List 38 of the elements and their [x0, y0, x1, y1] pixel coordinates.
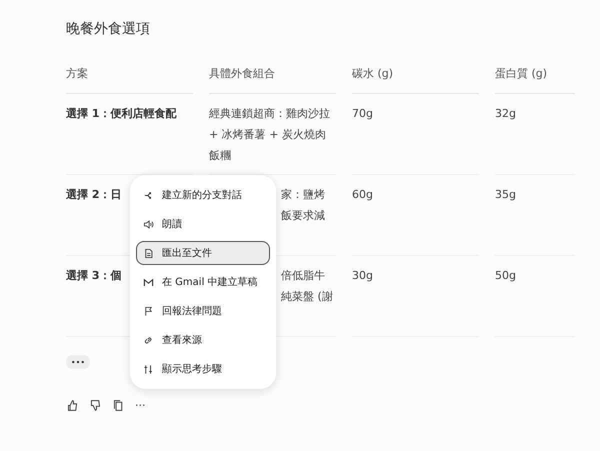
column-header: 碳水 (g): [352, 54, 479, 94]
table-cell-text: 選擇 1：便利店輕食配: [66, 106, 176, 122]
mail-icon: [143, 276, 154, 288]
table-cell-text: 50g: [495, 268, 516, 284]
table-cell-text: 選擇 3：個: [66, 268, 122, 284]
table-cell-text: 30g: [352, 268, 373, 284]
table-cell-text: 32g: [495, 106, 516, 122]
table-cell-text: 60g: [352, 187, 373, 203]
steps-icon: [143, 364, 154, 374]
more-chip[interactable]: •••: [66, 355, 90, 369]
thumbs-up-icon[interactable]: [66, 399, 79, 412]
speaker-icon: [143, 218, 154, 230]
table-cell-text: 選擇 2：日: [66, 187, 122, 203]
more-button[interactable]: ···: [135, 399, 146, 412]
link-icon: [143, 334, 154, 346]
table-cell-text: 家：鹽烤: [281, 187, 325, 203]
menu-item[interactable]: 顯示思考步驟: [136, 357, 270, 381]
table-cell-text: 經典連鎖超商：雞肉沙拉 + 冰烤番薯 + 炭火燒肉飯糰: [209, 106, 331, 164]
table-cell-text: 35g: [495, 187, 516, 203]
flag-icon: [143, 306, 154, 316]
menu-item[interactable]: 建立新的分支對話: [136, 183, 270, 207]
table-cell-text: 飯要求減: [281, 208, 325, 224]
menu-item[interactable]: 查看來源: [136, 328, 270, 352]
menu-item[interactable]: 回報法律問題: [136, 299, 270, 323]
document-icon: [143, 248, 154, 258]
column-header: 蛋白質 (g): [495, 54, 575, 94]
menu-item[interactable]: 在 Gmail 中建立草稿: [136, 270, 270, 294]
menu-item[interactable]: 朗讀: [136, 212, 270, 236]
column-header: 具體外食組合: [209, 54, 336, 94]
thumbs-down-icon[interactable]: [89, 399, 102, 412]
copy-icon[interactable]: [112, 399, 125, 412]
menu-item[interactable]: 匯出至文件: [136, 241, 270, 265]
section-title: 晚餐外食選項: [66, 20, 151, 38]
table-cell-text: 純菜盤 (謝: [281, 289, 333, 305]
table-cell-text: 倍低脂牛: [281, 268, 325, 284]
table-cell-text: 70g: [352, 106, 373, 122]
column-header: 方案: [66, 54, 193, 94]
branch-icon: [143, 190, 154, 200]
